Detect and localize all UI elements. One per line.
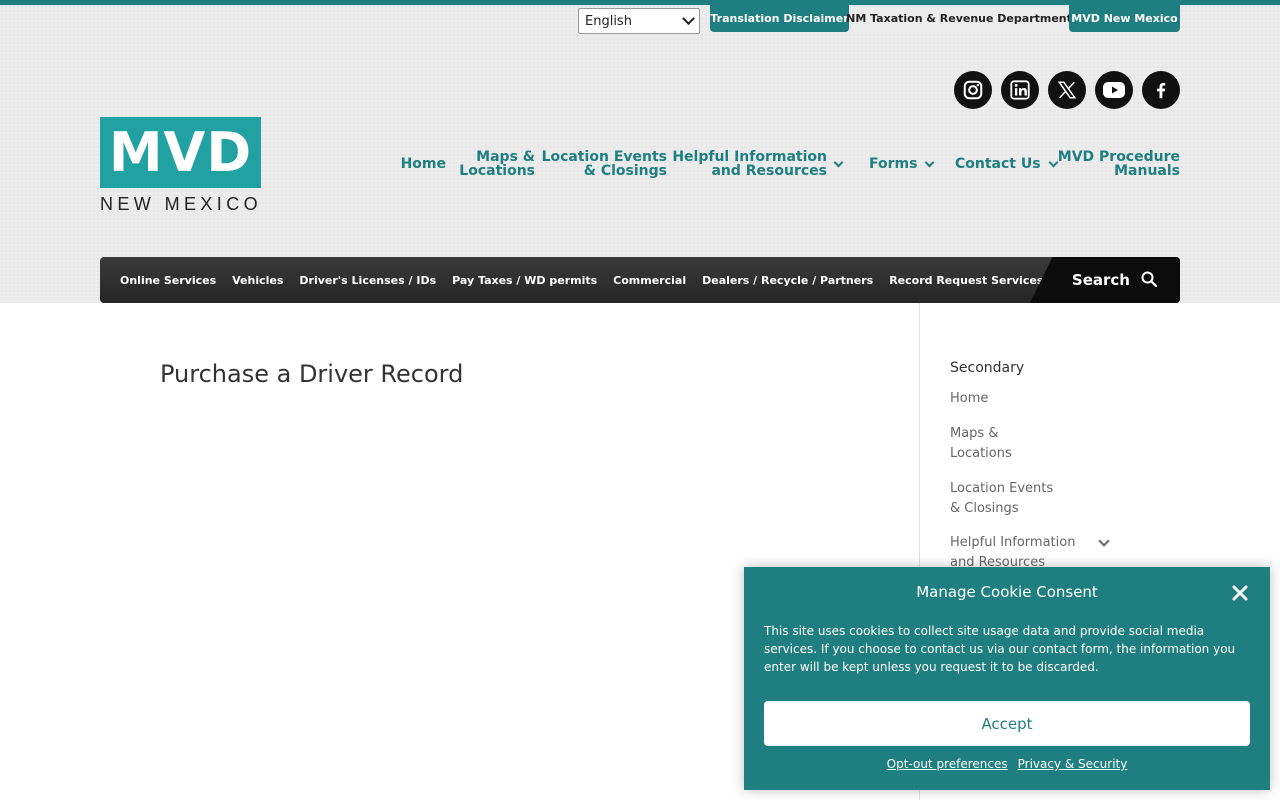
subnav-record-request[interactable]: Record Request Services [889, 274, 1043, 287]
subnav-vehicles[interactable]: Vehicles [232, 274, 283, 287]
x-icon[interactable] [1048, 71, 1086, 109]
sidebar-heading: Secondary [950, 360, 1025, 376]
sidebar-maps-line-1: Maps & [950, 426, 999, 441]
sidebar-helpful-line-1: Helpful Information [950, 535, 1076, 550]
nav-contact-label: Contact Us [955, 156, 1041, 172]
nav-maps-line-2: Locations [459, 163, 535, 179]
translation-disclaimer-link[interactable]: Translation Disclaimer [710, 5, 849, 32]
subnav-pay-taxes[interactable]: Pay Taxes / WD permits [452, 274, 597, 287]
instagram-icon[interactable] [954, 71, 992, 109]
subnav-commercial[interactable]: Commercial [613, 274, 686, 287]
nav-maps-locations[interactable]: Maps & Locations [459, 150, 535, 178]
sidebar-item-events[interactable]: Location Events & Closings [950, 479, 1053, 519]
nav-procedure-manuals[interactable]: MVD Procedure Manuals [1058, 150, 1180, 178]
nav-home[interactable]: Home [401, 157, 446, 171]
logo-subtitle: NEW MEXICO [100, 194, 263, 214]
nm-taxation-link[interactable]: NM Taxation & Revenue Department [846, 5, 1072, 32]
cookie-description: This site uses cookies to collect site u… [764, 624, 1236, 674]
facebook-icon[interactable] [1142, 71, 1180, 109]
language-select[interactable]: English [578, 8, 700, 34]
social-links [954, 71, 1180, 109]
accept-button[interactable]: Accept [764, 701, 1250, 746]
nav-forms[interactable]: Forms [869, 156, 935, 172]
page-title: Purchase a Driver Record [160, 360, 464, 388]
logo-mark: MVD [100, 117, 261, 188]
sidebar-maps-line-2: Locations [950, 446, 1012, 461]
chevron-down-icon [682, 11, 695, 25]
nav-helpful-line-2: and Resources [711, 163, 827, 179]
subnav-online-services[interactable]: Online Services [120, 274, 216, 287]
nav-contact-us[interactable]: Contact Us [955, 156, 1059, 172]
chevron-down-icon [1048, 157, 1059, 167]
nav-events-line-2: & Closings [583, 163, 667, 179]
mvd-logo[interactable]: MVD NEW MEXICO [100, 117, 261, 215]
sidebar-item-home[interactable]: Home [950, 389, 988, 409]
chevron-down-icon [925, 157, 935, 167]
cookie-title: Manage Cookie Consent [916, 583, 1098, 601]
nav-helpful-information[interactable]: Helpful Information and Resources [672, 150, 827, 178]
sidebar-events-line-2: & Closings [950, 501, 1019, 516]
nav-location-events[interactable]: Location Events & Closings [542, 150, 667, 178]
language-select-value: English [585, 13, 632, 29]
subnav-dealers[interactable]: Dealers / Recycle / Partners [702, 274, 873, 287]
chevron-down-icon[interactable] [1098, 535, 1110, 547]
nav-forms-label: Forms [869, 156, 918, 172]
sidebar-events-line-1: Location Events [950, 481, 1054, 496]
cookie-links: Opt-out preferences Privacy & Security [744, 757, 1270, 771]
youtube-icon[interactable] [1095, 71, 1133, 109]
subnav-drivers-licenses[interactable]: Driver's Licenses / IDs [299, 274, 436, 287]
search-icon[interactable] [1141, 271, 1157, 287]
cookie-consent-dialog: Manage Cookie Consent This site uses coo… [744, 567, 1270, 790]
sidebar-item-maps[interactable]: Maps & Locations [950, 424, 1012, 464]
search-button[interactable]: Search [1072, 271, 1130, 289]
services-menu: Online Services Vehicles Driver's Licens… [120, 257, 1043, 303]
close-icon[interactable] [1231, 584, 1249, 602]
linkedin-icon[interactable] [1001, 71, 1039, 109]
privacy-link[interactable]: Privacy & Security [1018, 757, 1128, 771]
opt-out-link[interactable]: Opt-out preferences [887, 757, 1008, 771]
services-navigation: Online Services Vehicles Driver's Licens… [100, 257, 1180, 303]
nav-manuals-line-2: Manuals [1114, 163, 1180, 179]
mvd-new-mexico-link[interactable]: MVD New Mexico [1069, 5, 1180, 32]
